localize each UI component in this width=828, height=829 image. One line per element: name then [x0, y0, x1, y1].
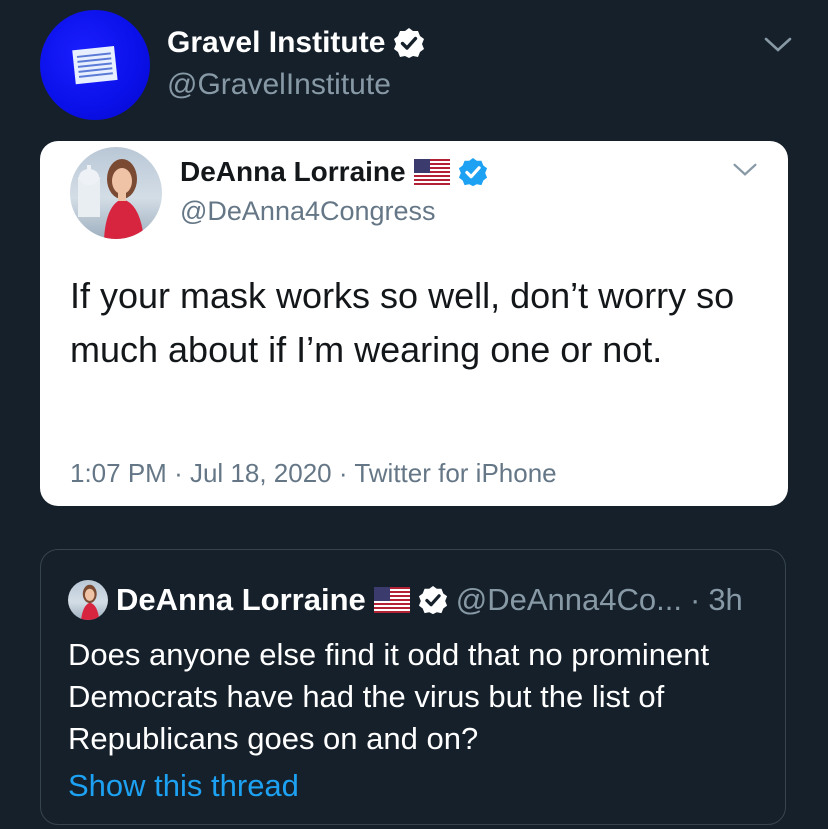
chevron-down-icon[interactable]	[763, 35, 793, 55]
person-photo-icon	[81, 584, 100, 620]
deanna-avatar[interactable]	[70, 147, 162, 239]
account-name: Gravel Institute	[167, 26, 386, 59]
quoted-author-name: DeAnna Lorraine	[116, 582, 366, 617]
quoted-tweet[interactable]: DeAnna Lorraine @DeAnna4Co... · 3h Does …	[40, 549, 786, 825]
tweet-header: Gravel Institute @GravelInstitute	[0, 0, 828, 130]
show-thread-link[interactable]: Show this thread	[68, 768, 299, 804]
tweet-time[interactable]: 1:07 PM	[70, 458, 167, 488]
tweet-date[interactable]: Jul 18, 2020	[190, 458, 332, 488]
quoted-tweet-header: DeAnna Lorraine @DeAnna4Co... · 3h	[68, 580, 743, 620]
us-flag-icon	[413, 159, 450, 185]
verified-badge-icon	[418, 585, 447, 615]
tweet-text: If your mask works so well, don’t worry …	[70, 275, 735, 370]
person-photo-icon	[78, 159, 144, 239]
account-handle: @GravelInstitute	[167, 68, 391, 101]
quoted-age: 3h	[708, 582, 743, 617]
us-flag-icon	[373, 587, 410, 613]
meta-separator: ·	[338, 458, 348, 488]
chevron-down-icon[interactable]	[732, 161, 758, 179]
tweet-meta: 1:07 PM · Jul 18, 2020 · Twitter for iPh…	[70, 458, 557, 489]
quoted-tweet-text: Does anyone else find it odd that no pro…	[68, 637, 710, 756]
tweet-author-row[interactable]: DeAnna Lorraine	[180, 156, 488, 188]
quoted-separator: ·	[689, 582, 701, 617]
account-name-row[interactable]: Gravel Institute	[167, 26, 425, 60]
verified-badge-icon	[394, 28, 425, 58]
quoted-author-handle: @DeAnna4Co...	[455, 582, 682, 617]
deanna-avatar-small[interactable]	[68, 580, 108, 620]
gravel-institute-logo-icon	[72, 46, 118, 85]
verified-badge-icon	[458, 157, 487, 187]
tweet-source[interactable]: Twitter for iPhone	[354, 458, 556, 488]
tweet-author-handle: @DeAnna4Congress	[180, 196, 436, 226]
tweet-author-name: DeAnna Lorraine	[180, 156, 406, 187]
gravel-institute-avatar[interactable]	[40, 10, 150, 120]
embedded-tweet-card[interactable]: DeAnna Lorraine @DeAnna4Congress If your…	[40, 141, 788, 506]
meta-separator: ·	[174, 458, 183, 488]
